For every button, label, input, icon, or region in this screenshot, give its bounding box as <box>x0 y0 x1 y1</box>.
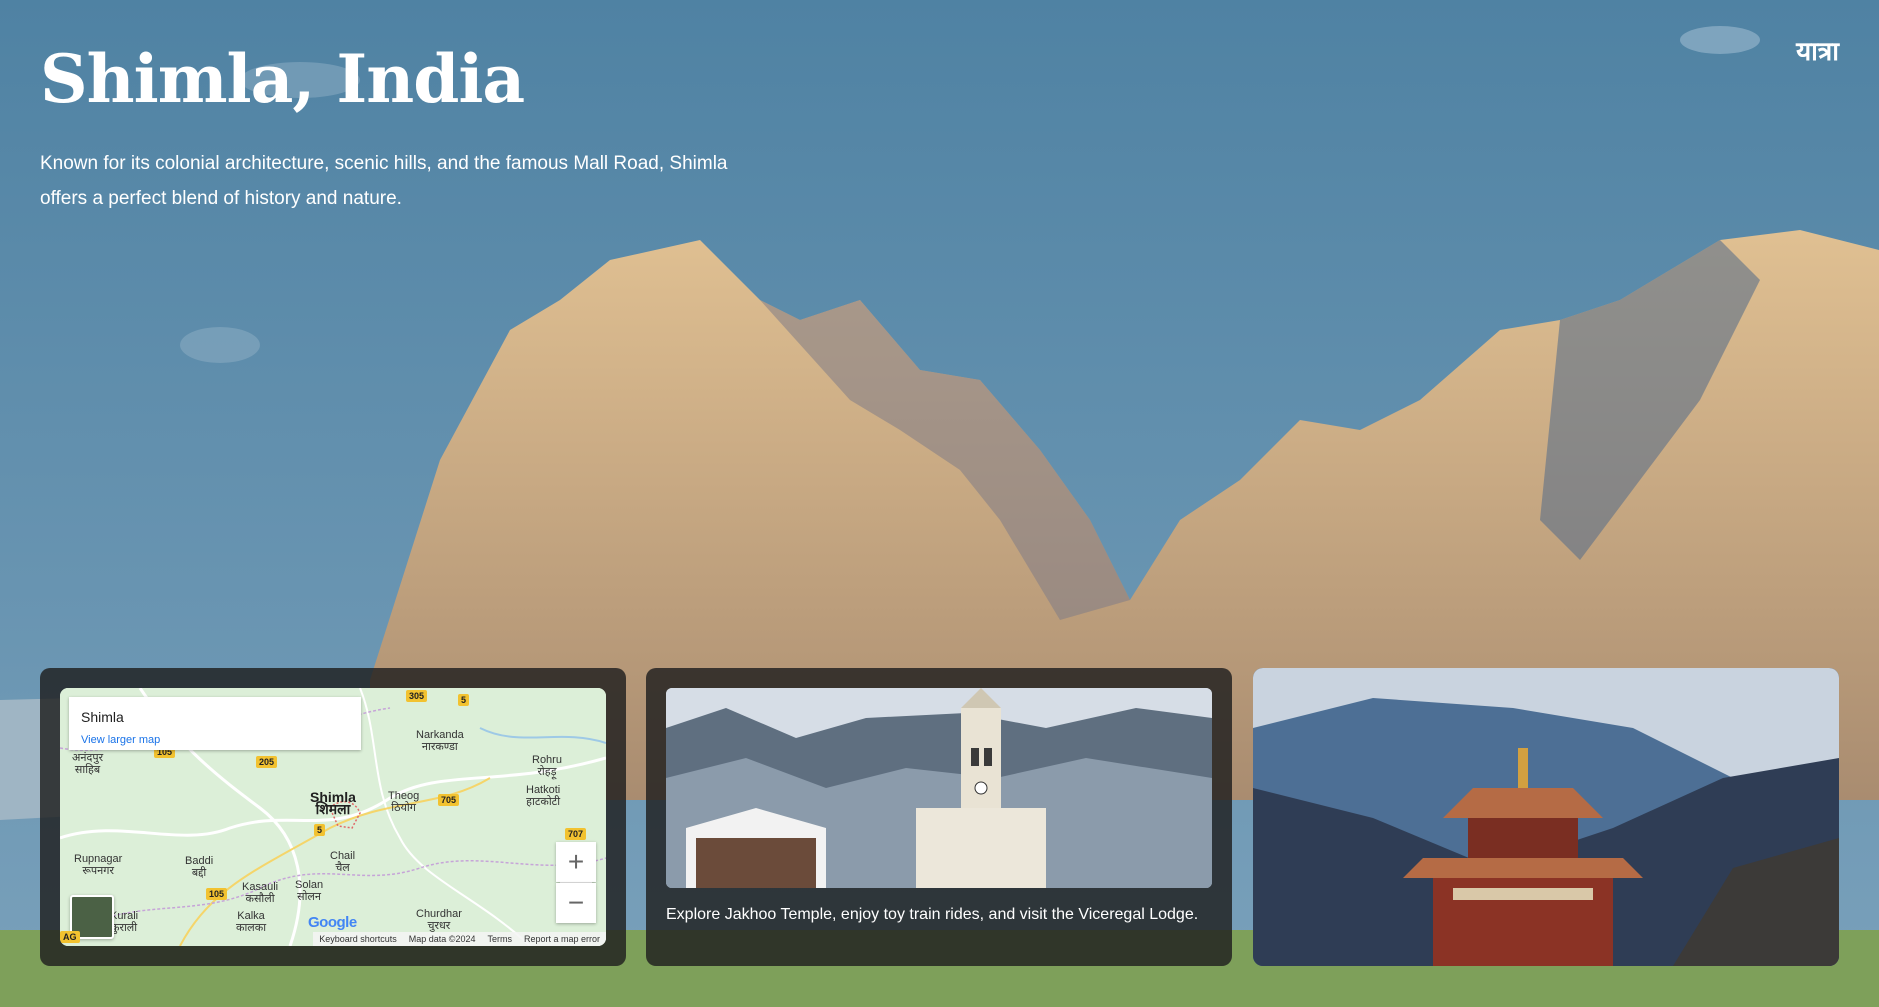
map-label-anandpur: अनंदपुर साहिब <box>72 752 103 776</box>
highlights-text: Explore Jakhoo Temple, enjoy toy train r… <box>666 906 1199 923</box>
label-hi: ठियोग <box>391 802 416 814</box>
label-en: Hatkoti <box>526 784 561 796</box>
map-label-baddi: Baddi बद्दी <box>185 855 213 879</box>
highway-shield: 105 <box>206 888 228 900</box>
label-en: Kalka <box>237 910 265 922</box>
highway-shield: 705 <box>438 794 460 806</box>
label-hi: कसौली <box>245 893 275 905</box>
map-label-kasauli: Kasauli कसौली <box>242 881 278 905</box>
brand-logo[interactable]: यात्रा <box>1796 32 1839 68</box>
keyboard-shortcuts-link[interactable]: Keyboard shortcuts <box>313 932 403 946</box>
label-hi: शिमला <box>315 801 351 817</box>
map-label-narkanda: Narkanda नारकण्डा <box>416 729 464 753</box>
map-label-kurali: Kurali कुराली <box>110 910 138 934</box>
label-en: Baddi <box>185 855 214 867</box>
highway-shield: 205 <box>256 756 278 768</box>
christ-church-photo <box>666 688 1212 888</box>
terms-link[interactable]: Terms <box>481 932 518 946</box>
highlights-card: Explore Jakhoo Temple, enjoy toy train r… <box>646 668 1232 966</box>
label-en: Kasauli <box>242 881 279 893</box>
label-hi: रोहड़ू <box>537 766 557 778</box>
zoom-out-button[interactable]: − <box>556 883 596 923</box>
map-label-rupnagar: Rupnagar रूपनगर <box>74 853 122 877</box>
map-place-card: Shimla View larger map <box>69 697 361 750</box>
label-hi: बद्दी <box>191 867 207 879</box>
label-en: Solan <box>295 879 324 891</box>
label-hi: चुरधर <box>427 920 451 932</box>
label-en: Rohru <box>532 754 562 766</box>
map-card: Shimla शिमला Narkanda नारकण्डा Rohru रोह… <box>40 668 626 966</box>
label-hi: कालका <box>236 922 267 934</box>
map-attribution: Keyboard shortcuts Map data ©2024 Terms … <box>313 932 606 946</box>
zoom-in-button[interactable]: + <box>556 842 596 882</box>
map-label-hatkoti: Hatkoti हाटकोटी <box>526 784 560 808</box>
highway-shield: 305 <box>406 690 428 702</box>
label-hi: चैल <box>335 862 350 874</box>
map-label-shimla: Shimla शिमला <box>310 790 356 817</box>
google-logo: Google <box>308 914 357 931</box>
report-map-error-link[interactable]: Report a map error <box>518 932 606 946</box>
map-label-kalka: Kalka कालका <box>236 910 266 934</box>
monastery-photo <box>1253 668 1839 966</box>
highway-shield: 5 <box>314 824 326 836</box>
label-hi: अनंदपुर <box>72 752 104 764</box>
map-data-credit: Map data ©2024 <box>408 934 476 944</box>
label-en: Chail <box>330 850 356 862</box>
partial-map-label: AG <box>60 931 80 943</box>
map-label-churdhar: Churdhar चुरधर <box>416 908 462 932</box>
monastery-photo-card <box>1253 668 1839 966</box>
label-en: Theog <box>388 790 420 802</box>
map-label-chail: Chail चैल <box>330 850 355 874</box>
highway-shield: 707 <box>565 828 587 840</box>
map-place-name: Shimla <box>81 709 124 725</box>
label-en: Narkanda <box>416 729 464 741</box>
label-hi: कुराली <box>111 922 138 934</box>
label-hi: नारकण्डा <box>421 741 458 753</box>
label-hi: हाटकोटी <box>526 796 561 808</box>
hero: Shimla, India Known for its colonial arc… <box>40 40 730 216</box>
label-en: Rupnagar <box>74 853 123 865</box>
view-larger-map-link[interactable]: View larger map <box>81 734 160 746</box>
page-title: Shimla, India <box>40 40 525 118</box>
highway-shield: 5 <box>458 694 470 706</box>
label-hi: रूपनगर <box>82 865 114 877</box>
destination-description: Known for its colonial architecture, sce… <box>40 153 728 209</box>
label-hi: साहिब <box>74 764 101 776</box>
label-en: Churdhar <box>416 908 462 920</box>
embedded-map[interactable]: Shimla शिमला Narkanda नारकण्डा Rohru रोह… <box>60 688 606 946</box>
map-label-rohru: Rohru रोहड़ू <box>532 754 562 778</box>
map-label-theog: Theog ठियोग <box>388 790 419 814</box>
label-hi: सोलन <box>297 891 321 903</box>
map-label-solan: Solan सोलन <box>295 879 323 903</box>
label-en: Kurali <box>110 910 139 922</box>
